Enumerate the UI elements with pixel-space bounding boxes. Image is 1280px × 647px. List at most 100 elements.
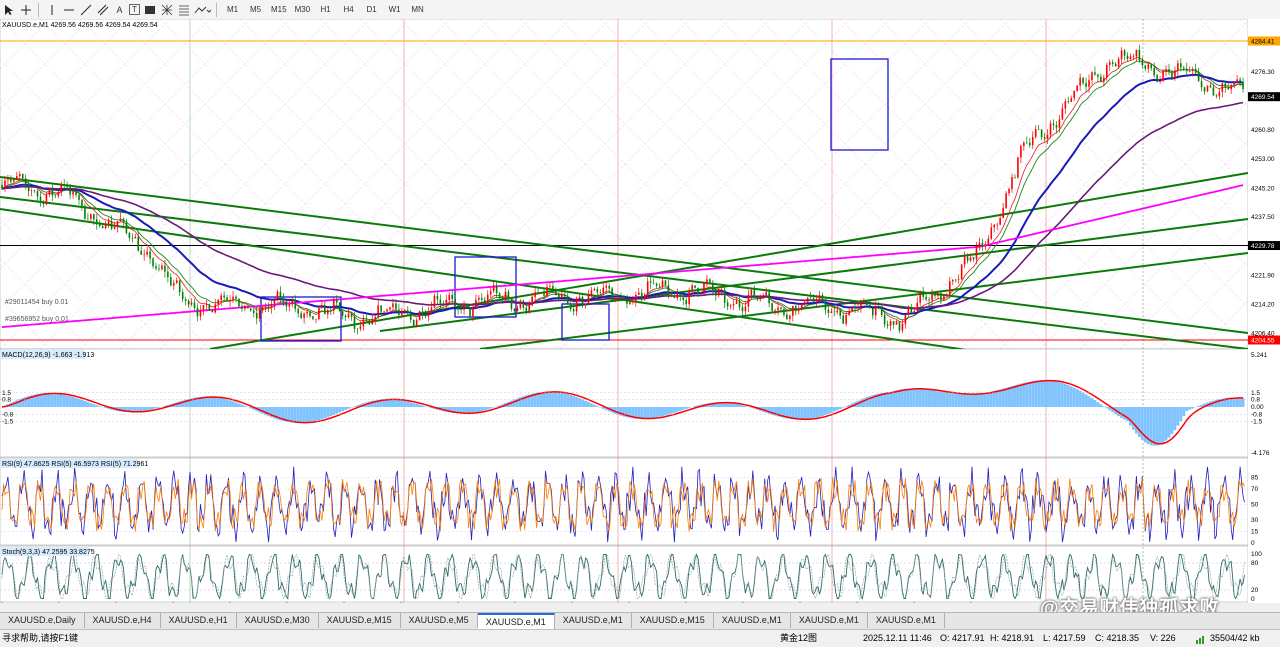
candle-body [931, 294, 933, 301]
arrows-dropdown-icon[interactable] [193, 2, 211, 17]
candle-body [128, 232, 131, 238]
candle-body [101, 226, 104, 229]
candle-body [347, 313, 350, 318]
stoch-right-level: 100 [1251, 551, 1262, 558]
timeframe-h1[interactable]: H1 [315, 2, 336, 17]
candle-body [324, 304, 326, 315]
candle-body [617, 297, 619, 299]
candle-body [282, 298, 285, 302]
candle-body [626, 300, 628, 304]
channel-icon[interactable] [95, 2, 110, 17]
chart-tab[interactable]: XAUUSD.e,M1 [714, 613, 791, 628]
candle-body [205, 304, 208, 306]
candle-body [869, 304, 871, 308]
candle-body [226, 297, 228, 301]
candle-body [735, 300, 738, 305]
candle-body [217, 299, 220, 305]
timeframe-m5[interactable]: M5 [245, 2, 266, 17]
candle-body [726, 302, 729, 307]
text-tool-icon[interactable]: A [112, 2, 127, 17]
candle-body [244, 305, 246, 309]
chart-tab[interactable]: XAUUSD.e,M1 [477, 613, 555, 629]
candle-body [1073, 90, 1076, 99]
macd-left-level: -1.5 [2, 418, 14, 425]
macd-left-level: 0.8 [2, 396, 11, 403]
candle-body [640, 292, 643, 299]
rsi-panel[interactable] [0, 457, 1249, 546]
candle-body [872, 307, 874, 316]
candle-body [741, 307, 744, 312]
candle-body [258, 310, 261, 319]
candle-body [978, 242, 981, 246]
candle-body [949, 281, 951, 295]
chart-tab[interactable]: XAUUSD.e,M15 [632, 613, 714, 628]
candle-body [1168, 69, 1170, 73]
timeframe-mn[interactable]: MN [407, 2, 428, 17]
candle-body [1203, 87, 1206, 92]
candle-body [691, 285, 693, 292]
chart-tab[interactable]: XAUUSD.e,M5 [401, 613, 478, 628]
candle-body [602, 287, 605, 293]
label-tool-icon[interactable]: T [129, 4, 140, 15]
fibonacci-icon[interactable] [176, 2, 191, 17]
candle-body [561, 295, 563, 298]
candle-body [81, 199, 83, 206]
candle-body [546, 286, 548, 296]
candle-body [661, 280, 664, 286]
candle-body [507, 291, 510, 300]
candle-body [395, 303, 397, 310]
chart-window[interactable]: 1.5 0.8 -0.8 -1.5 4284.41 4276.30 4269.54 4260… [0, 18, 1280, 612]
status-datetime: 2025.12.11 11:46 [863, 633, 932, 643]
candle-body [1138, 50, 1141, 61]
rectangle-icon[interactable] [142, 2, 157, 17]
candle-body [963, 256, 966, 265]
candle-body [273, 300, 276, 305]
cursor-arrow-icon[interactable] [1, 2, 16, 17]
chart-tab[interactable]: XAUUSD.e,H4 [85, 613, 161, 628]
chart-tab[interactable]: XAUUSD.e,M1 [791, 613, 868, 628]
candle-body [937, 293, 939, 296]
candle-body [599, 292, 602, 294]
candle-body [898, 321, 901, 331]
vertical-line-icon[interactable] [44, 2, 59, 17]
candle-body [729, 305, 732, 307]
timeframe-m15[interactable]: M15 [268, 2, 290, 17]
candle-body [584, 303, 587, 306]
candle-body [1034, 129, 1037, 137]
macd-right-level: 5.241 [1251, 352, 1268, 359]
candle-body [605, 285, 608, 288]
timeframe-m30[interactable]: M30 [292, 2, 314, 17]
candle-body [279, 291, 282, 299]
chart-tab[interactable]: XAUUSD.e,M15 [319, 613, 401, 628]
chart-tab[interactable]: XAUUSD.e,Daily [0, 613, 85, 628]
candle-body [184, 299, 187, 301]
candle-body [486, 294, 489, 302]
grid-icon[interactable] [159, 2, 174, 17]
chart-canvas[interactable]: 1.50.8-0.8-1.5 4284.414276.304269.544260… [0, 18, 1280, 612]
status-volume: V: 226 [1150, 633, 1176, 643]
candle-body [907, 307, 910, 315]
chart-tab[interactable]: XAUUSD.e,H1 [161, 613, 237, 628]
candle-body [664, 280, 667, 286]
horizontal-line-icon[interactable] [61, 2, 76, 17]
candle-body [857, 307, 859, 309]
candle-body [1144, 65, 1147, 69]
candle-body [7, 179, 9, 181]
candle-body [214, 304, 217, 313]
candle-body [448, 294, 451, 300]
chart-tab[interactable]: XAUUSD.e,M1 [555, 613, 632, 628]
candle-body [475, 299, 477, 309]
candle-body [940, 293, 942, 301]
trendline-icon[interactable] [78, 2, 93, 17]
candle-body [1040, 129, 1043, 138]
crosshair-icon[interactable] [18, 2, 33, 17]
chart-tab[interactable]: XAUUSD.e,M30 [237, 613, 319, 628]
candle-body [646, 281, 649, 295]
timeframe-m1[interactable]: M1 [222, 2, 243, 17]
chart-tab[interactable]: XAUUSD.e,M1 [868, 613, 945, 628]
candle-body [525, 307, 528, 311]
timeframe-d1[interactable]: D1 [361, 2, 382, 17]
candle-body [883, 315, 886, 325]
timeframe-w1[interactable]: W1 [384, 2, 405, 17]
timeframe-h4[interactable]: H4 [338, 2, 359, 17]
